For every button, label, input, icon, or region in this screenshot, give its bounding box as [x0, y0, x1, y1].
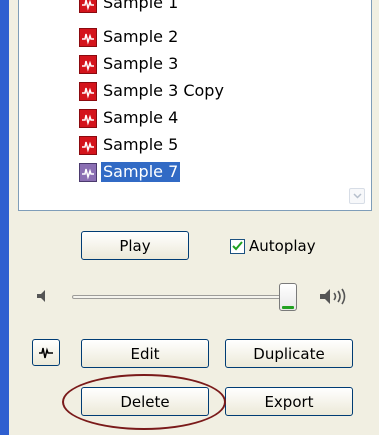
checkbox-box[interactable] [230, 238, 245, 254]
sound-file-icon [79, 54, 97, 74]
highlight-annotation-oval [62, 374, 226, 430]
chevron-down-icon [352, 193, 362, 199]
list-item-label: Sample 7 [101, 162, 181, 182]
list-item-label: Sample 5 [103, 135, 179, 154]
duplicate-button[interactable]: Duplicate [225, 339, 353, 368]
list-item-selected[interactable]: Sample 7 [79, 161, 181, 183]
sound-file-icon [79, 108, 97, 128]
export-button[interactable]: Export [225, 387, 353, 416]
sound-file-icon [79, 135, 97, 155]
volume-slider-thumb[interactable] [279, 283, 297, 311]
list-item[interactable]: Sample 3 Copy [79, 80, 226, 102]
sound-file-icon [79, 162, 97, 182]
sound-panel: Sample 1 Sample 2 Sample 3 Sample 3 Copy… [0, 0, 379, 435]
sound-list[interactable]: Sample 1 Sample 2 Sample 3 Sample 3 Copy… [18, 0, 372, 211]
sound-file-icon [79, 81, 97, 101]
edit-button[interactable]: Edit [81, 339, 209, 368]
autoplay-label: Autoplay [249, 237, 316, 255]
list-item-label: Sample 3 [103, 54, 179, 73]
sound-file-icon [79, 0, 97, 13]
list-item-label: Sample 3 Copy [103, 81, 224, 100]
list-item-label: Sample 4 [103, 108, 179, 127]
window-frame-border [0, 0, 9, 435]
list-item[interactable]: Sample 3 [79, 53, 180, 75]
volume-low-icon [37, 290, 45, 302]
list-item[interactable]: Sample 5 [79, 134, 180, 156]
play-button[interactable]: Play [81, 231, 189, 260]
list-item[interactable]: Sample 2 [79, 26, 180, 48]
list-item-label: Sample 1 [103, 0, 179, 12]
waveform-button[interactable] [32, 339, 60, 366]
sound-file-icon [79, 27, 97, 47]
list-item[interactable]: Sample 4 [79, 107, 180, 129]
list-item[interactable]: Sample 1 [79, 0, 180, 14]
volume-high-icon [320, 288, 346, 305]
autoplay-checkbox[interactable]: Autoplay [230, 237, 316, 255]
list-item-label: Sample 2 [103, 27, 179, 46]
checkmark-icon [232, 241, 243, 251]
waveform-icon [39, 346, 53, 358]
scroll-down-button[interactable] [349, 188, 365, 204]
volume-slider-track[interactable] [72, 295, 290, 299]
